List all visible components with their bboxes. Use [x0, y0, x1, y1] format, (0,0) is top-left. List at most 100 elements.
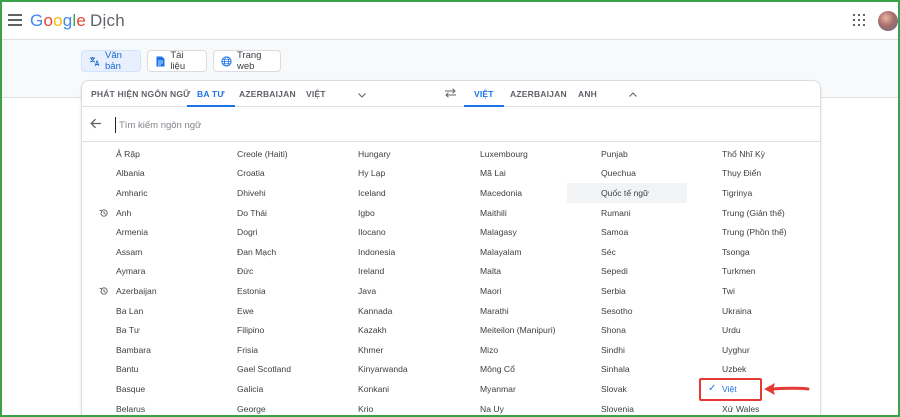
language-option[interactable]: Uyghur — [688, 340, 808, 360]
language-option[interactable]: Đức — [203, 262, 323, 282]
language-option[interactable]: George — [203, 399, 323, 415]
mode-website-button[interactable]: Trang web — [213, 50, 281, 72]
back-arrow-icon[interactable] — [90, 118, 102, 131]
language-option[interactable]: Hungary — [324, 144, 444, 164]
language-option[interactable]: Myanmar — [446, 379, 566, 399]
language-option[interactable]: Ilocano — [324, 222, 444, 242]
language-option[interactable]: Hy Lạp — [324, 164, 444, 184]
language-option[interactable]: Thụy Điển — [688, 164, 808, 184]
language-option[interactable]: Twi — [688, 281, 808, 301]
language-option[interactable]: Serbia — [567, 281, 687, 301]
language-option[interactable]: Indonesia — [324, 242, 444, 262]
language-option[interactable]: Estonia — [203, 281, 323, 301]
language-option[interactable]: Tigrinya — [688, 183, 808, 203]
language-option[interactable]: Krio — [324, 399, 444, 415]
language-option[interactable]: Basque — [82, 379, 202, 399]
language-search-input[interactable] — [115, 117, 515, 133]
language-option[interactable]: Punjab — [567, 144, 687, 164]
chevron-up-icon[interactable] — [628, 87, 638, 97]
language-option[interactable]: Urdu — [688, 320, 808, 340]
tab-target-azerbaijani[interactable]: AZERBAIJAN — [510, 89, 567, 99]
language-option[interactable]: Kazakh — [324, 320, 444, 340]
language-option[interactable]: Igbo — [324, 203, 444, 223]
language-option[interactable]: Sesotho — [567, 301, 687, 321]
language-option[interactable]: Sepedi — [567, 262, 687, 282]
language-option[interactable]: Khmer — [324, 340, 444, 360]
language-option[interactable]: Rumani — [567, 203, 687, 223]
language-option[interactable]: Croatia — [203, 164, 323, 184]
language-option[interactable]: Na Uy — [446, 399, 566, 415]
language-option[interactable]: Azerbaijan — [82, 281, 202, 301]
language-option[interactable]: Anh — [82, 203, 202, 223]
language-option[interactable]: Dhivehi — [203, 183, 323, 203]
tab-source-azerbaijani[interactable]: AZERBAIJAN — [239, 89, 296, 99]
tab-source-vietnamese[interactable]: VIỆT — [306, 89, 326, 99]
language-option[interactable]: Java — [324, 281, 444, 301]
language-option[interactable]: Maori — [446, 281, 566, 301]
language-option[interactable]: Ireland — [324, 262, 444, 282]
google-translate-logo[interactable]: Google Dịch — [30, 11, 125, 31]
language-option[interactable]: Frisia — [203, 340, 323, 360]
chevron-down-icon[interactable] — [357, 87, 367, 98]
language-option[interactable]: Bantu — [82, 360, 202, 380]
language-option[interactable]: Quốc tế ngữ — [567, 183, 687, 203]
language-option[interactable]: Shona — [567, 320, 687, 340]
language-option[interactable]: Aymara — [82, 262, 202, 282]
tab-detect-language[interactable]: PHÁT HIỆN NGÔN NGỮ — [91, 89, 190, 99]
language-option[interactable]: Albania — [82, 164, 202, 184]
google-apps-icon[interactable] — [853, 14, 865, 26]
language-option[interactable]: Ả Rập — [82, 144, 202, 164]
account-avatar[interactable] — [878, 11, 898, 31]
language-option[interactable]: Iceland — [324, 183, 444, 203]
language-option[interactable]: Belarus — [82, 399, 202, 415]
language-option[interactable]: Ewe — [203, 301, 323, 321]
language-option[interactable]: Konkani — [324, 379, 444, 399]
language-option[interactable]: Slovak — [567, 379, 687, 399]
language-option[interactable]: Mông Cổ — [446, 360, 566, 380]
language-option[interactable]: Meiteilon (Manipuri) — [446, 320, 566, 340]
language-option[interactable]: Trung (Phồn thể) — [688, 222, 808, 242]
language-option[interactable]: Séc — [567, 242, 687, 262]
language-option[interactable]: Amharic — [82, 183, 202, 203]
language-option[interactable]: Slovenia — [567, 399, 687, 415]
mode-text-button[interactable]: Văn bản — [81, 50, 141, 72]
language-option[interactable]: Sindhi — [567, 340, 687, 360]
hamburger-menu-icon[interactable] — [8, 14, 22, 26]
language-option[interactable]: Kannada — [324, 301, 444, 321]
language-option[interactable]: Macedonia — [446, 183, 566, 203]
tab-source-persian[interactable]: BA TƯ — [197, 89, 225, 99]
language-option[interactable]: Quechua — [567, 164, 687, 184]
language-option[interactable]: Ba Tư — [82, 320, 202, 340]
language-option[interactable]: Filipino — [203, 320, 323, 340]
language-option[interactable]: Malta — [446, 262, 566, 282]
language-option[interactable]: Do Thái — [203, 203, 323, 223]
language-option[interactable]: Đan Mạch — [203, 242, 323, 262]
language-option[interactable]: Sinhala — [567, 360, 687, 380]
language-option[interactable]: Bambara — [82, 340, 202, 360]
language-option[interactable]: Ukraina — [688, 301, 808, 321]
language-option[interactable]: Malagasy — [446, 222, 566, 242]
language-option[interactable]: Xứ Wales — [688, 399, 808, 415]
mode-document-button[interactable]: Tài liệu — [147, 50, 207, 72]
language-option[interactable]: Mã Lai — [446, 164, 566, 184]
language-option[interactable]: Assam — [82, 242, 202, 262]
language-option[interactable]: Thổ Nhĩ Kỳ — [688, 144, 808, 164]
language-option[interactable]: Armenia — [82, 222, 202, 242]
language-option[interactable]: Turkmen — [688, 262, 808, 282]
language-option[interactable]: Uzbek — [688, 360, 808, 380]
language-option[interactable]: Kinyarwanda — [324, 360, 444, 380]
language-option[interactable]: Creole (Haiti) — [203, 144, 323, 164]
language-option[interactable]: Maithili — [446, 203, 566, 223]
language-option[interactable]: Samoa — [567, 222, 687, 242]
language-option[interactable]: Tsonga — [688, 242, 808, 262]
tab-target-vietnamese[interactable]: VIỆT — [474, 89, 494, 99]
language-option[interactable]: Galicia — [203, 379, 323, 399]
language-option[interactable]: Dogri — [203, 222, 323, 242]
swap-languages-icon[interactable] — [444, 88, 457, 101]
language-option[interactable]: Mizo — [446, 340, 566, 360]
language-option[interactable]: Marathi — [446, 301, 566, 321]
language-option[interactable]: Malayalam — [446, 242, 566, 262]
language-option[interactable]: Gael Scotland — [203, 360, 323, 380]
language-option[interactable]: Luxembourg — [446, 144, 566, 164]
language-option[interactable]: Trung (Giản thể) — [688, 203, 808, 223]
